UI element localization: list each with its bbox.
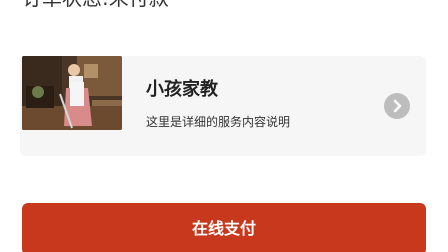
order-status-text: 订单状态:未付款 xyxy=(22,0,169,10)
pay-online-button[interactable]: 在线支付 xyxy=(22,203,426,252)
order-detail-page: 订单状态:未付款 小孩家教 这里是详细的服务内容说明 xyxy=(0,0,448,252)
chevron-right-icon xyxy=(393,99,402,113)
service-card[interactable]: 小孩家教 这里是详细的服务内容说明 xyxy=(20,56,426,156)
photo-housekeeping-icon xyxy=(22,56,122,130)
service-detail-button[interactable] xyxy=(384,93,410,119)
service-thumbnail xyxy=(22,56,122,130)
service-title: 小孩家教 xyxy=(146,79,218,100)
service-description: 这里是详细的服务内容说明 xyxy=(146,115,291,129)
